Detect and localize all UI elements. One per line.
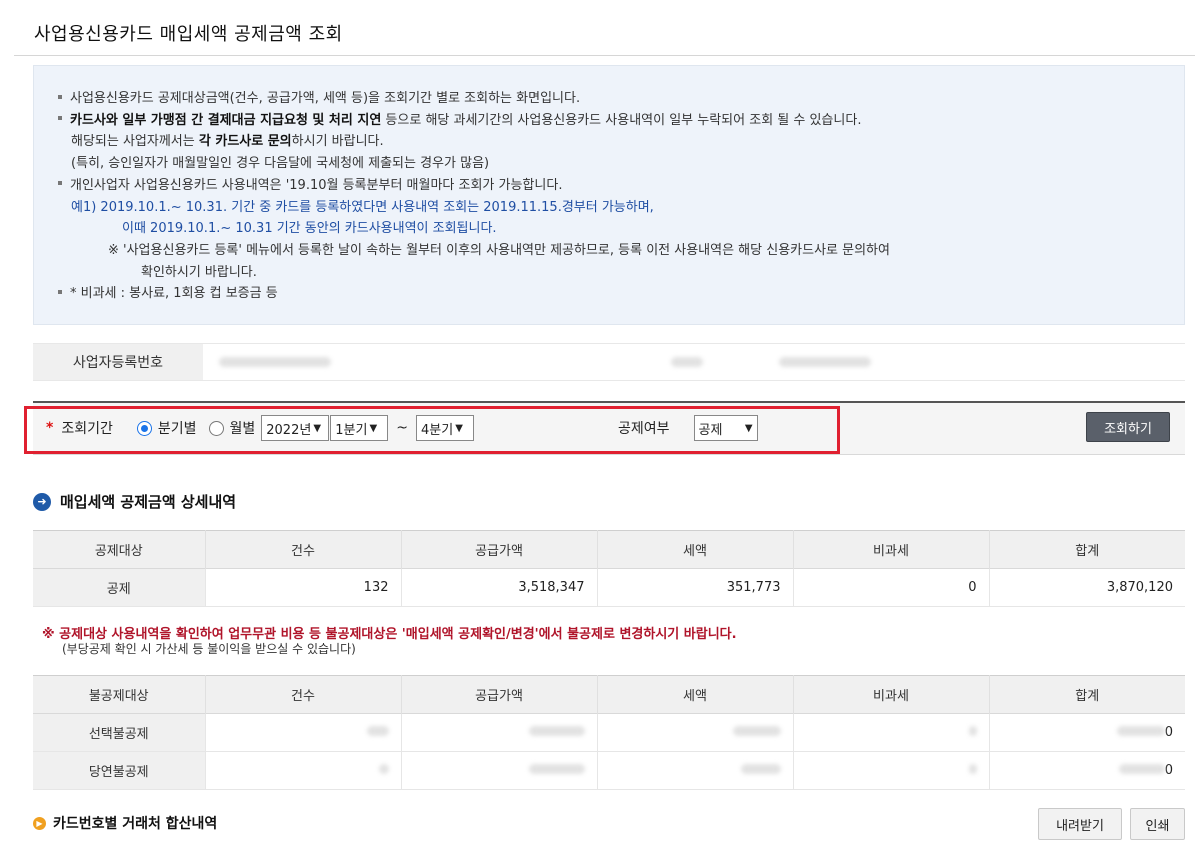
search-button[interactable]: 조회하기	[1086, 412, 1170, 442]
column-header: 세액	[597, 675, 794, 714]
column-header: 합계	[989, 675, 1185, 714]
title-divider	[14, 55, 1195, 56]
info-line: 개인사업자 사업용신용카드 사용내역은 '19.10월 등록분부터 매월마다 조…	[58, 175, 1184, 197]
cell-total: 3,870,120	[989, 568, 1185, 607]
page-title: 사업용신용카드 매입세액 공제금액 조회	[34, 24, 343, 45]
redacted-cell	[793, 751, 990, 790]
redacted-cell	[401, 713, 598, 752]
table-header-row: 공제대상 건수 공급가액 세액 비과세 합계	[33, 530, 1185, 569]
info-line: 확인하시기 바랍니다.	[141, 264, 257, 280]
arrow-right-circle-icon: ➜	[33, 492, 51, 511]
highlight-box	[24, 406, 840, 454]
cell-nontax: 0	[793, 568, 990, 607]
column-header: 불공제대상	[33, 675, 206, 714]
warning-subtext: (부당공제 확인 시 가산세 등 불이익을 받으실 수 있습니다)	[62, 642, 356, 656]
business-number-label: 사업자등록번호	[33, 344, 203, 380]
info-line: 카드사와 일부 가맹점 간 결제대금 지급요청 및 처리 지연 등으로 해당 과…	[58, 110, 1184, 132]
print-button[interactable]: 인쇄	[1130, 808, 1185, 840]
column-header: 건수	[205, 530, 402, 569]
redacted-cell: 0	[989, 713, 1185, 752]
cell-supply: 3,518,347	[401, 568, 598, 607]
redacted-cell	[205, 751, 402, 790]
column-header: 세액	[597, 530, 794, 569]
bullet-icon	[58, 94, 62, 99]
row-label: 당연불공제	[33, 751, 206, 790]
column-header: 비과세	[793, 530, 990, 569]
info-line: 사업용신용카드 공제대상금액(건수, 공급가액, 세액 등)을 조회기간 별로 …	[58, 88, 1184, 110]
column-header: 공제대상	[33, 530, 206, 569]
info-line: ※ '사업용신용카드 등록' 메뉴에서 등록한 날이 속하는 월부터 이후의 사…	[108, 242, 890, 258]
redacted-cell: 0	[989, 751, 1185, 790]
row-label: 선택불공제	[33, 713, 206, 752]
info-line: * 비과세 : 봉사료, 1회용 컵 보증금 등	[58, 283, 1184, 305]
table-row: 공제 132 3,518,347 351,773 0 3,870,120	[33, 568, 1185, 607]
redacted-value	[219, 357, 331, 367]
info-line: (특히, 승인일자가 매월말일인 경우 다음달에 국세청에 제출되는 경우가 많…	[71, 156, 490, 172]
cell-tax: 351,773	[597, 568, 794, 607]
detail-section-heading: ➜ 매입세액 공제금액 상세내역	[33, 491, 236, 512]
redacted-cell	[401, 751, 598, 790]
redacted-cell	[597, 713, 794, 752]
bullet-icon	[58, 181, 62, 186]
redacted-value	[779, 357, 871, 367]
row-label: 공제	[33, 568, 206, 607]
nondeduct-table: 불공제대상 건수 공급가액 세액 비과세 합계 선택불공제 0 당연불공제 0	[33, 675, 1185, 790]
bullet-icon	[58, 289, 62, 294]
redacted-cell	[597, 751, 794, 790]
info-line: 해당되는 사업자께서는 각 카드사로 문의하시기 바랍니다.	[71, 134, 384, 150]
redacted-label	[671, 357, 703, 367]
info-line: 이때 2019.10.1.~ 10.31 기간 동안의 카드사용내역이 조회됩니…	[122, 221, 497, 237]
table-header-row: 불공제대상 건수 공급가액 세액 비과세 합계	[33, 675, 1185, 714]
column-header: 비과세	[793, 675, 990, 714]
cell-count: 132	[205, 568, 402, 607]
download-button[interactable]: 내려받기	[1038, 808, 1122, 840]
bullet-icon	[58, 116, 62, 121]
table-row: 선택불공제 0	[33, 713, 1185, 752]
table-row: 당연불공제 0	[33, 751, 1185, 790]
redacted-cell	[793, 713, 990, 752]
arrow-right-circle-icon: ▶	[33, 816, 46, 830]
info-notice-box: 사업용신용카드 공제대상금액(건수, 공급가액, 세액 등)을 조회기간 별로 …	[33, 65, 1185, 325]
column-header: 건수	[205, 675, 402, 714]
card-section-heading: ▶ 카드번호별 거래처 합산내역	[33, 813, 217, 833]
column-header: 공급가액	[401, 675, 598, 714]
redacted-cell	[205, 713, 402, 752]
info-line: 예1) 2019.10.1.~ 10.31. 기간 중 카드를 등록하였다면 사…	[71, 199, 654, 215]
column-header: 합계	[989, 530, 1185, 569]
business-number-row: 사업자등록번호	[33, 343, 1185, 381]
detail-table: 공제대상 건수 공급가액 세액 비과세 합계 공제 132 3,518,347 …	[33, 530, 1185, 607]
column-header: 공급가액	[401, 530, 598, 569]
